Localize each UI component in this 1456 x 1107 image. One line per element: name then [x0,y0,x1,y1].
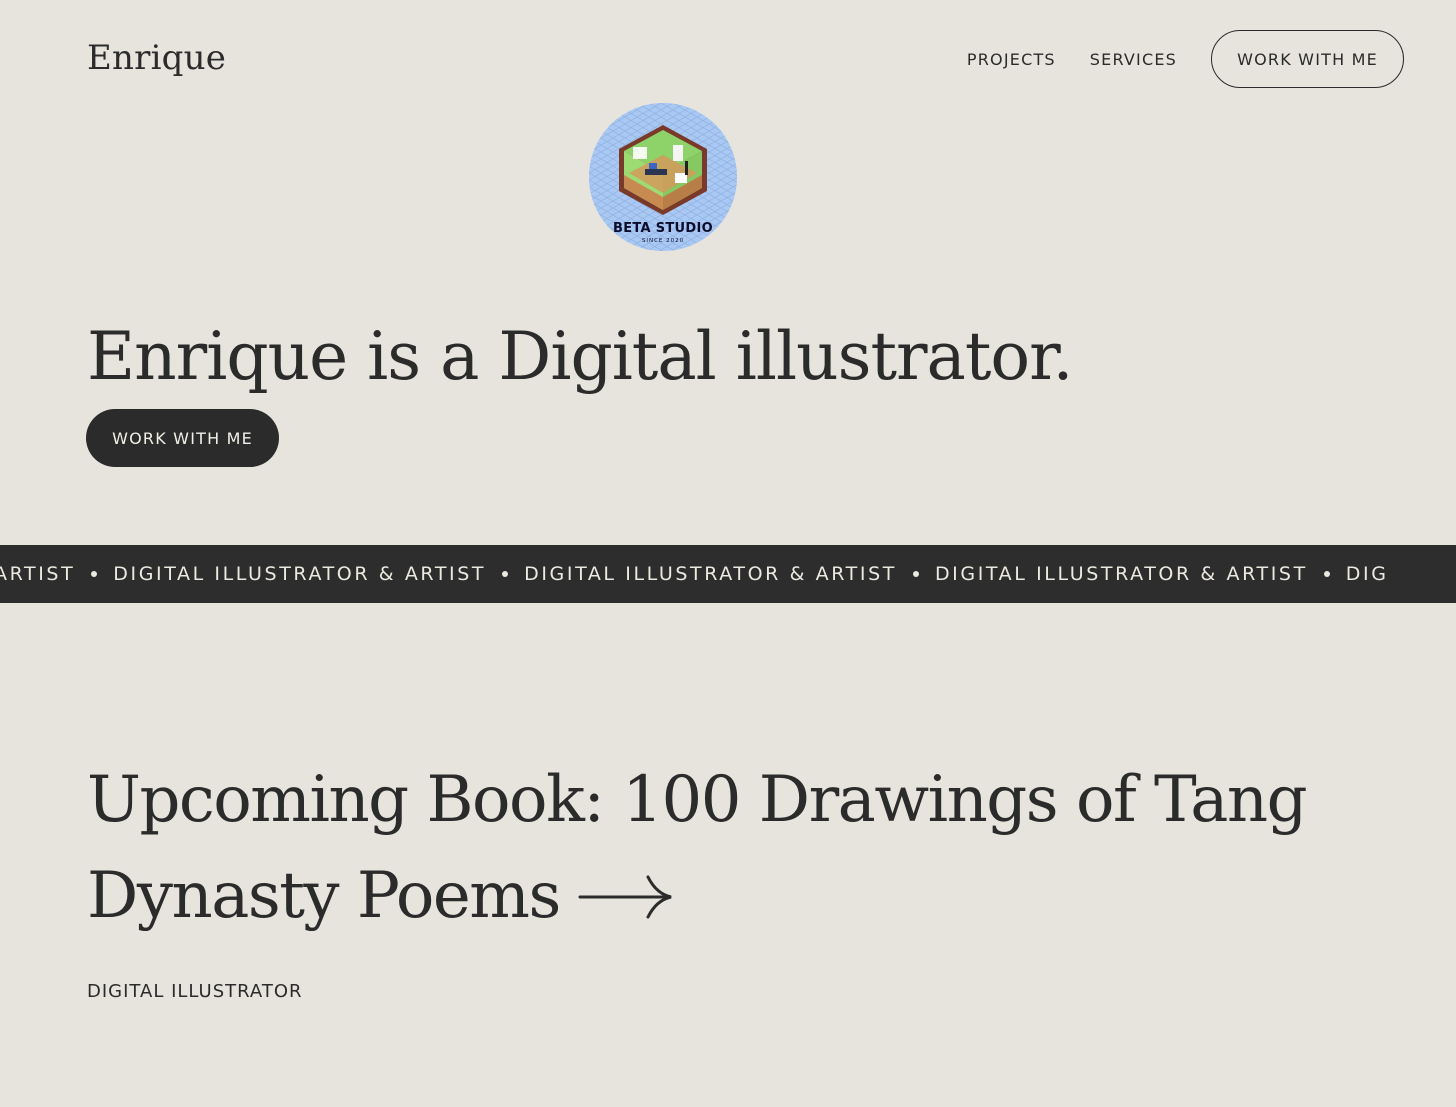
bullet-icon [502,571,509,577]
marquee-item: DIGITAL ILLUSTRATOR & ARTIST [524,563,897,585]
logo-subtitle: SINCE 2020 [641,238,685,244]
nav-link-projects[interactable]: PROJECTS [967,50,1056,69]
studio-logo: BETA STUDIO SINCE 2020 [589,103,737,251]
nav-link-services[interactable]: SERVICES [1090,50,1177,69]
work-with-me-hero-button[interactable]: WORK WITH ME [86,409,279,467]
upcoming-book-title: Upcoming Book: 100 Drawings of Tang Dyna… [87,763,1308,933]
marquee-item: DIG [1345,563,1389,585]
tagline: DIGITAL ILLUSTRATOR [87,981,303,1002]
bullet-icon [1323,571,1330,577]
main-nav: PROJECTS SERVICES WORK WITH ME [967,30,1404,88]
work-with-me-nav-button[interactable]: WORK WITH ME [1211,30,1404,88]
marquee-track: ARTIST DIGITAL ILLUSTRATOR & ARTIST DIGI… [0,545,1389,603]
marquee-banner: ARTIST DIGITAL ILLUSTRATOR & ARTIST DIGI… [0,545,1456,603]
marquee-item: ARTIST [0,563,76,585]
upcoming-book-link[interactable]: Upcoming Book: 100 Drawings of Tang Dyna… [87,752,1387,944]
bullet-icon [91,571,98,577]
brand-name[interactable]: Enrique [87,38,226,78]
marquee-item: DIGITAL ILLUSTRATOR & ARTIST [934,563,1308,585]
arrow-right-icon [578,875,672,918]
bullet-icon [912,571,919,577]
logo-title: BETA STUDIO [612,221,713,236]
marquee-item: DIGITAL ILLUSTRATOR & ARTIST [113,563,487,585]
hero-title: Enrique is a Digital illustrator. [87,318,1073,395]
